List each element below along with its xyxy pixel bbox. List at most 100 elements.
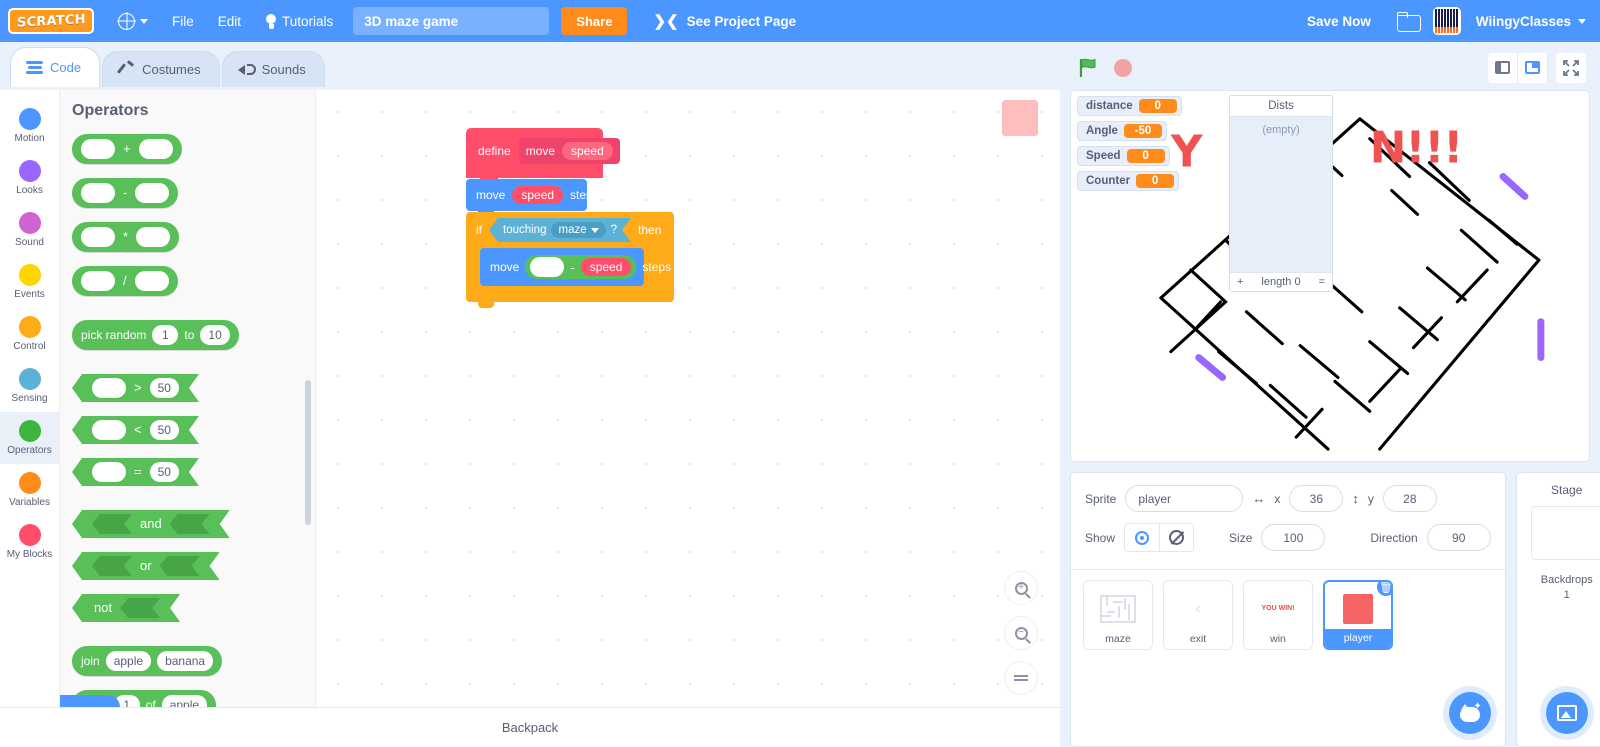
hide-sprite-button[interactable] [1159, 524, 1194, 551]
add-backdrop-button[interactable] [1545, 692, 1588, 734]
operand-left[interactable] [530, 257, 565, 277]
share-button[interactable]: Share [561, 7, 628, 35]
join-operand-b[interactable]: banana [157, 651, 214, 671]
large-stage-layout-button[interactable] [1518, 52, 1548, 83]
boolean-operand-right[interactable] [160, 556, 200, 576]
scratch-logo[interactable]: SCRATCH [8, 8, 94, 34]
category-sensing[interactable]: Sensing [0, 360, 59, 412]
sprite-item-exit[interactable]: ‹ exit [1163, 580, 1233, 650]
monitor-distance[interactable]: distance 0 [1077, 96, 1182, 116]
category-control[interactable]: Control [0, 308, 59, 360]
monitor-counter[interactable]: Counter 0 [1077, 171, 1180, 191]
edit-menu[interactable]: Edit [206, 0, 253, 42]
code-workspace[interactable]: define move speed move speed steps if to… [316, 90, 1060, 747]
sprite-direction-input[interactable] [1426, 524, 1491, 551]
operand-right[interactable] [138, 139, 173, 159]
operand-right[interactable]: 50 [150, 420, 179, 440]
block-or[interactable]: or [72, 552, 220, 580]
category-events[interactable]: Events [0, 256, 59, 308]
move-speed-variable[interactable]: speed [512, 186, 564, 204]
block-move-steps-nested[interactable]: move - speed steps [480, 248, 671, 286]
backpack-bar[interactable]: Backpack [0, 707, 1060, 747]
block-and[interactable]: and [72, 510, 230, 538]
block-add[interactable]: + [72, 134, 182, 164]
stage[interactable]: Y N!!! distance 0 Angle -50 Speed 0 Coun… [1070, 90, 1590, 462]
file-menu[interactable]: File [160, 0, 206, 42]
operand-left[interactable] [81, 183, 115, 203]
palette-scrollbar[interactable] [305, 380, 311, 525]
see-project-page-button[interactable]: ❯❮ See Project Page [643, 0, 806, 42]
operand-left[interactable] [81, 227, 115, 247]
speed-variable[interactable]: speed [580, 258, 632, 276]
boolean-operand-left[interactable] [92, 514, 132, 534]
list-monitor-dists[interactable]: Dists (empty) + length 0 = [1229, 95, 1333, 292]
operand-right[interactable] [134, 271, 169, 291]
tab-costumes[interactable]: Costumes [102, 51, 220, 87]
category-looks[interactable]: Looks [0, 152, 59, 204]
sprite-size-input[interactable] [1261, 524, 1326, 551]
language-menu[interactable] [106, 0, 160, 42]
pick-random-from[interactable]: 1 [152, 325, 179, 345]
project-title-input[interactable] [353, 7, 550, 35]
operand-left[interactable] [92, 462, 126, 482]
boolean-operand[interactable] [120, 598, 160, 618]
block-divide[interactable]: / [72, 266, 178, 296]
block-move-steps[interactable]: move speed steps [466, 179, 599, 217]
stage-selector-panel[interactable]: Stage Backdrops 1 [1515, 472, 1600, 747]
operand-right[interactable]: 50 [150, 378, 179, 398]
category-operators[interactable]: Operators [0, 412, 59, 464]
tab-code[interactable]: Code [10, 47, 101, 87]
block-if-then[interactable]: if touching maze ? then move - speed ste… [466, 212, 674, 308]
add-sprite-button[interactable]: ✦ [1448, 692, 1491, 734]
block-join[interactable]: join apple banana [72, 646, 223, 676]
show-sprite-button[interactable] [1125, 524, 1160, 551]
boolean-operand-right[interactable] [170, 514, 210, 534]
zoom-in-button[interactable]: + [1004, 571, 1038, 605]
pick-random-to[interactable]: 10 [200, 325, 230, 345]
script-stack[interactable]: define move speed move speed steps if to… [466, 128, 674, 308]
tutorials-button[interactable]: Tutorials [253, 0, 345, 42]
touching-target-dropdown[interactable]: maze [551, 222, 605, 238]
sprite-name-input[interactable] [1125, 485, 1244, 512]
procedure-prototype[interactable]: move speed [518, 138, 620, 164]
join-operand-a[interactable]: apple [105, 651, 152, 671]
sprite-item-maze[interactable]: maze [1083, 580, 1153, 650]
list-resize-handle[interactable]: = [1319, 276, 1325, 288]
category-sound[interactable]: Sound [0, 204, 59, 256]
tab-sounds[interactable]: Sounds [221, 51, 325, 87]
operand-right[interactable] [135, 183, 170, 203]
block-multiply[interactable]: * [72, 222, 180, 252]
operand-left[interactable] [81, 271, 115, 291]
operand-right[interactable] [136, 227, 171, 247]
category-variables[interactable]: Variables [0, 464, 59, 516]
procedure-argument[interactable]: speed [562, 142, 613, 160]
block-subtract-nested[interactable]: - speed [525, 255, 637, 279]
block-equals[interactable]: = 50 [72, 458, 199, 486]
sprite-item-win[interactable]: YOU WIN! win [1243, 580, 1313, 650]
block-palette[interactable]: Operators + - * / pick random 1 to 10 > … [60, 90, 316, 747]
category-my-blocks[interactable]: My Blocks [0, 516, 59, 568]
stage-backdrop-thumbnail[interactable] [1530, 506, 1600, 560]
green-flag-icon[interactable] [1078, 57, 1100, 79]
sprite-item-player[interactable]: 🗑 player [1323, 580, 1393, 650]
block-define-hat[interactable]: define move speed [466, 128, 620, 185]
save-now-button[interactable]: Save Now [1295, 14, 1383, 29]
boolean-operand-left[interactable] [92, 556, 132, 576]
block-pick-random[interactable]: pick random 1 to 10 [72, 320, 239, 350]
block-greater-than[interactable]: > 50 [72, 374, 199, 402]
zoom-out-button[interactable]: − [1004, 616, 1038, 650]
sprite-x-input[interactable] [1289, 485, 1344, 512]
list-add-button[interactable]: + [1237, 276, 1243, 288]
operand-left[interactable] [81, 139, 115, 159]
sprite-y-input[interactable] [1382, 485, 1437, 512]
operand-left[interactable] [92, 420, 126, 440]
folder-icon[interactable] [1396, 11, 1421, 32]
block-less-than[interactable]: < 50 [72, 416, 199, 444]
monitor-speed[interactable]: Speed 0 [1077, 146, 1170, 166]
block-touching[interactable]: touching maze ? [489, 218, 631, 242]
category-motion[interactable]: Motion [0, 100, 59, 152]
account-menu[interactable]: WiingyClasses [1432, 7, 1586, 35]
monitor-angle[interactable]: Angle -50 [1077, 121, 1167, 141]
operand-right[interactable]: 50 [150, 462, 179, 482]
block-not[interactable]: not [72, 594, 180, 622]
